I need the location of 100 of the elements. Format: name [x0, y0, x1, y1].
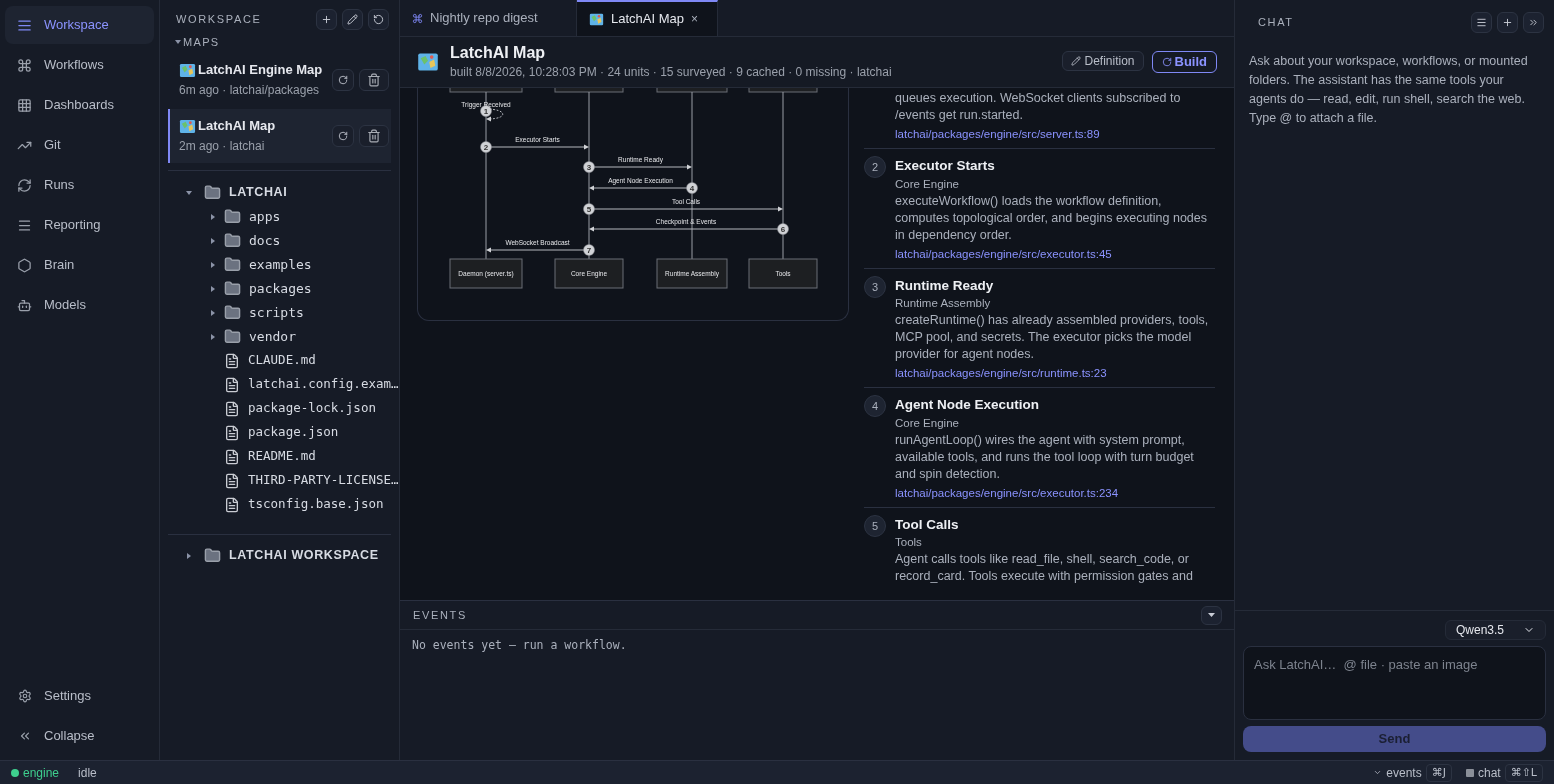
chevron-down-icon — [1373, 768, 1383, 777]
map-title: LatchAI Engine Map — [198, 60, 324, 79]
new-chat-button[interactable] — [1497, 11, 1518, 33]
nav-item[interactable]: Models — [5, 286, 154, 324]
tree-item[interactable]: THIRD-PARTY-LICENSE… — [248, 471, 399, 490]
tab[interactable]: LatchAI Map × — [577, 0, 718, 36]
tree-item[interactable]: package.json — [248, 423, 339, 442]
refresh-icon — [338, 74, 348, 85]
tree-item[interactable]: scripts — [249, 302, 304, 323]
step-badge: 7 — [583, 244, 595, 256]
tree-item[interactable]: README.md — [248, 447, 316, 466]
caret-right-icon[interactable] — [210, 285, 216, 292]
caret-right-icon[interactable] — [210, 237, 216, 244]
step-description: createRuntime() has already assembled providers, tools, MCP pool, and secrets. The executor picks the model provider for agent nodes. — [895, 312, 1210, 363]
nav-item[interactable]: Workspace — [5, 6, 154, 44]
nav-item[interactable]: Workflows — [5, 46, 154, 84]
file-icon — [224, 424, 240, 441]
engine-status: engine — [23, 764, 60, 782]
tree-item[interactable]: package-lock.json — [248, 399, 376, 418]
section-label[interactable]: MAPS — [183, 34, 220, 51]
caret-down-icon — [1208, 612, 1215, 618]
tree-item[interactable]: examples — [249, 254, 312, 275]
history-button[interactable] — [1471, 11, 1492, 33]
caret-down-icon[interactable] — [186, 189, 192, 196]
add-button[interactable] — [316, 9, 337, 30]
map-icon — [417, 51, 439, 73]
events-message: No events yet — run a workflow. — [411, 637, 628, 654]
source-link[interactable]: latchai/packages/engine/src/executor.ts:45 — [895, 245, 1215, 263]
refresh-icon — [17, 177, 32, 193]
file-icon — [224, 472, 240, 489]
tree-item[interactable]: LATCHAI WORKSPACE — [229, 546, 379, 565]
model-select[interactable]: Qwen3.5 — [1445, 620, 1546, 640]
nav-item[interactable]: Dashboards — [5, 86, 154, 124]
folder-icon — [224, 304, 241, 321]
folder-icon — [224, 208, 241, 225]
refresh-button[interactable] — [368, 9, 389, 30]
collapse-button[interactable] — [1201, 605, 1222, 625]
map-icon — [179, 117, 196, 135]
refresh-icon — [373, 14, 384, 25]
delete-button[interactable] — [359, 124, 389, 147]
step-number: 5 — [864, 514, 886, 537]
file-icon — [224, 448, 240, 465]
close-button[interactable]: × — [691, 10, 698, 28]
tree-item[interactable]: LATCHAI — [229, 183, 288, 202]
shortcut-label[interactable]: events — [1386, 763, 1422, 782]
map-meta: 6m ago · latchai/packages — [179, 81, 321, 99]
definition-button[interactable]: Definition — [1062, 51, 1144, 71]
caret-right-icon[interactable] — [210, 261, 216, 268]
tree-item[interactable]: latchai.config.exam… — [248, 375, 399, 394]
nav-item[interactable]: Brain — [5, 246, 154, 284]
step-subtitle: Runtime Assembly — [895, 296, 992, 310]
caret-right-icon[interactable] — [210, 213, 216, 220]
message-input[interactable]: Ask LatchAI… @ file · paste an image — [1243, 646, 1546, 720]
rebuild-button[interactable] — [332, 124, 354, 147]
tree-item[interactable]: tsconfig.base.json — [248, 495, 384, 514]
rebuild-button[interactable] — [332, 68, 354, 91]
step-number: 2 — [864, 156, 886, 179]
keyboard-shortcut: ⌘J — [1425, 763, 1452, 782]
source-link[interactable]: latchai/packages/engine/src/server.ts:89 — [895, 126, 1215, 144]
step-badge: 2 — [480, 141, 492, 153]
square-icon — [1465, 768, 1474, 777]
menu-icon — [1476, 16, 1487, 28]
source-link[interactable]: latchai/packages/engine/src/runtime.ts:23 — [895, 365, 1215, 383]
trash-icon — [367, 128, 381, 143]
step-title: Runtime Ready — [895, 276, 995, 295]
tree-item[interactable]: docs — [249, 230, 281, 251]
folder-icon — [224, 232, 241, 249]
delete-button[interactable] — [359, 68, 389, 91]
build-button[interactable]: Build — [1151, 51, 1217, 73]
tree-item[interactable]: vendor — [249, 326, 296, 347]
chat-intro: Ask about your workspace, workflows, or mounted folders. The assistant has the same tools your agents do — read, edit, run shell, search the web. Type @ to attach a file. — [1249, 53, 1529, 127]
menu-icon — [17, 217, 32, 233]
keyboard-shortcut: ⌘⇧L — [1504, 763, 1543, 782]
step-badge: 4 — [686, 182, 698, 194]
nav-item[interactable]: Git — [5, 126, 154, 164]
caret-right-icon[interactable] — [186, 552, 192, 559]
caret-down-icon[interactable] — [175, 39, 181, 46]
nav-item[interactable]: Settings — [5, 676, 154, 716]
nav-item[interactable]: Reporting — [5, 206, 154, 244]
file-icon — [224, 352, 240, 369]
source-link[interactable]: latchai/packages/engine/src/executor.ts:234 — [895, 484, 1215, 502]
nav-item[interactable]: Collapse — [5, 716, 154, 756]
map-item[interactable]: LatchAI Map 2m ago · latchai — [168, 108, 391, 163]
map-icon — [179, 61, 196, 79]
step-badge: 5 — [583, 203, 595, 215]
edit-button[interactable] — [342, 9, 363, 30]
tree-item[interactable]: CLAUDE.md — [248, 351, 316, 370]
nav-item[interactable]: Runs — [5, 166, 154, 204]
tree-item[interactable]: packages — [249, 278, 312, 299]
grid-icon — [17, 97, 32, 113]
caret-right-icon[interactable] — [210, 333, 216, 340]
folder-icon — [204, 184, 221, 201]
shortcut-label[interactable]: chat — [1477, 763, 1501, 782]
plus-icon — [1502, 16, 1513, 28]
map-item[interactable]: LatchAI Engine Map 6m ago · latchai/packages — [168, 52, 391, 107]
tree-item[interactable]: apps — [249, 206, 281, 227]
caret-right-icon[interactable] — [210, 309, 216, 316]
refresh-icon — [1161, 57, 1172, 67]
build-info: built 8/8/2026, 10:28:03 PM · 24 units · 15 surveyed · 9 cached · 0 missing · latchai — [450, 64, 893, 81]
file-icon — [224, 400, 240, 417]
